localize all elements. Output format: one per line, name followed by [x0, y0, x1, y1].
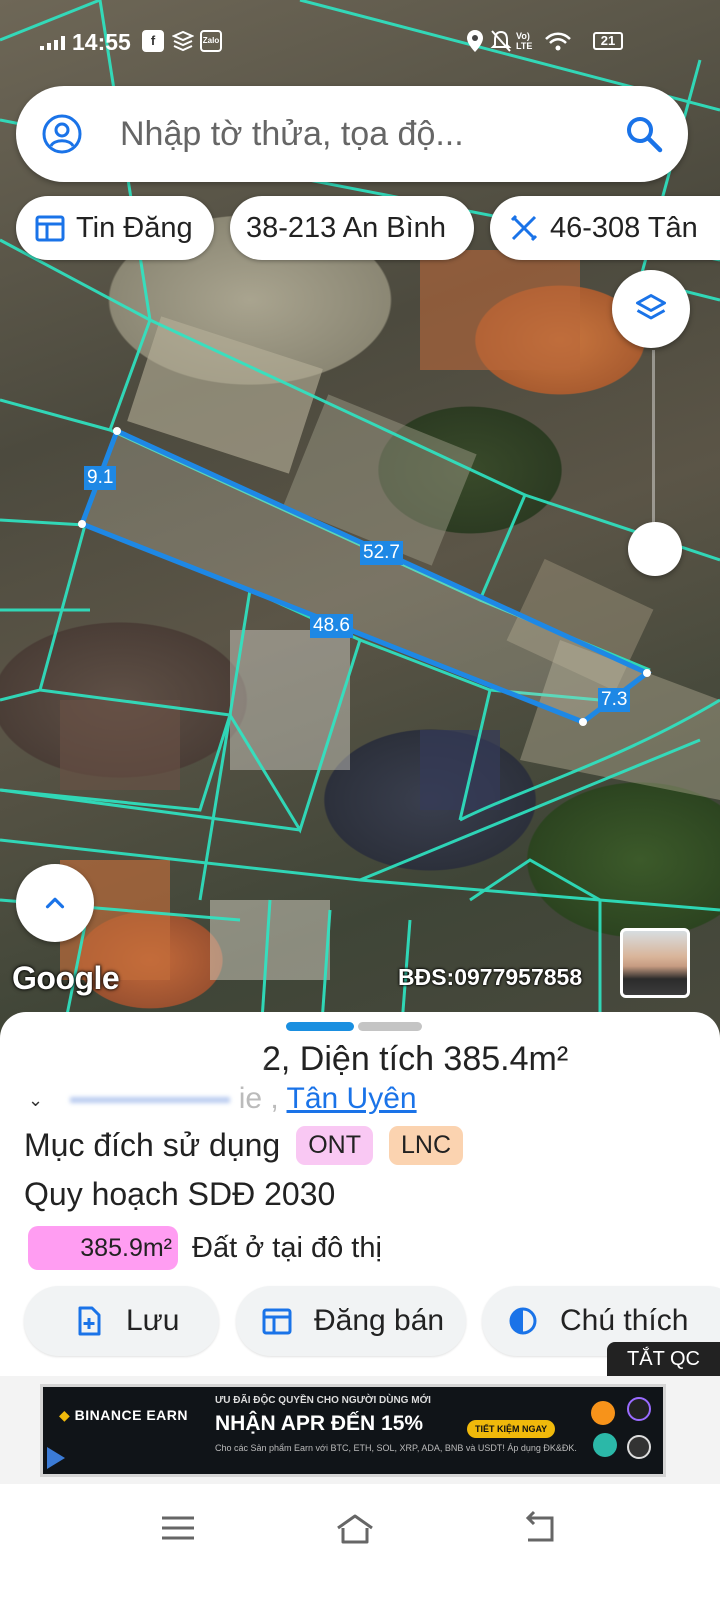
- chevron-down-icon[interactable]: ⌄: [28, 1090, 62, 1111]
- hide-ads-button[interactable]: TẮT QC: [607, 1342, 720, 1376]
- planning-row: Quy hoạch SDĐ 2030: [24, 1176, 335, 1213]
- ad-tagline: ƯU ĐÃI ĐỘC QUYỀN CHO NGƯỜI DÙNG MỚI: [215, 1395, 431, 1406]
- expand-up-button[interactable]: [16, 864, 94, 942]
- location-icon: [467, 30, 483, 52]
- ad-fine-print: [53, 1429, 198, 1453]
- search-bar[interactable]: [16, 86, 688, 182]
- district-link[interactable]: Tân Uyên: [287, 1082, 417, 1115]
- zalo-icon: Zalo: [200, 30, 222, 52]
- calendar-table-icon: [262, 1308, 292, 1335]
- sheet-handle-active[interactable]: [286, 1022, 354, 1031]
- chip-recent-parcel-1[interactable]: 38-213 An Bình: [230, 196, 474, 260]
- edge-label-north: 52.7: [360, 541, 403, 565]
- mute-bell-icon: [490, 30, 512, 52]
- planning-area-badge: 385.9m²: [28, 1226, 178, 1270]
- solana-coin-icon: [627, 1397, 651, 1421]
- ad-cta-button[interactable]: TIẾT KIỆM NGAY: [467, 1420, 556, 1438]
- half-circle-icon: [509, 1307, 537, 1335]
- chip-tin-dang[interactable]: Tin Đăng: [16, 196, 214, 260]
- binance-ad-banner[interactable]: ◆ BINANCE EARN ƯU ĐÃI ĐỘC QUYỀN CHO NGƯỜ…: [40, 1384, 666, 1477]
- status-bar: 14:55 f Zalo Vo) LTE 21: [0, 0, 720, 80]
- xrp-coin-icon: [627, 1435, 651, 1459]
- back-icon[interactable]: [520, 1510, 560, 1546]
- chevron-up-icon: [45, 897, 65, 909]
- chip-recent-parcel-1-label: 38-213 An Bình: [246, 211, 446, 244]
- redacted-parcel-id: [30, 1048, 262, 1076]
- usage-tag-lnc[interactable]: LNC: [389, 1126, 464, 1165]
- zoom-slider-track[interactable]: [652, 350, 655, 540]
- layers-button[interactable]: [612, 270, 690, 348]
- agent-contact-text: BĐS:0977957858: [398, 964, 583, 990]
- diamond-coin-icon: [593, 1433, 617, 1457]
- ad-headline: NHẬN APR ĐẾN 15%: [215, 1412, 424, 1435]
- usage-row: Mục đích sử dụng ONT LNC: [24, 1126, 464, 1165]
- usage-tag-ont[interactable]: ONT: [296, 1126, 373, 1165]
- system-nav-bar: [0, 1484, 720, 1600]
- chip-recent-parcel-2-label: 46-308 Tân: [550, 211, 698, 244]
- parcel-info-sheet[interactable]: 2, Diện tích 385.4m² ⌄ ie , Tân Uyên Mục…: [0, 1012, 720, 1387]
- redacted-address: [70, 1097, 231, 1104]
- status-time: 14:55: [72, 29, 131, 55]
- chip-tin-dang-label: Tin Đăng: [76, 211, 193, 244]
- parcel-address: ⌄ ie , Tân Uyên: [28, 1082, 417, 1116]
- battery-icon: 21: [593, 32, 623, 50]
- chip-recent-parcel-2[interactable]: 46-308 Tân: [490, 196, 720, 260]
- sheet-handle-inactive[interactable]: [358, 1022, 422, 1031]
- volte-icon: Vo) LTE: [516, 31, 533, 51]
- address-suffix: ie ,: [238, 1082, 279, 1115]
- search-icon[interactable]: [622, 112, 666, 156]
- planning-detail-row: 385.9m² Đất ở tại đô thị: [28, 1226, 382, 1270]
- ad-play-icon[interactable]: [47, 1447, 65, 1469]
- zoom-slider-handle[interactable]: [628, 522, 682, 576]
- usage-label: Mục đích sử dụng: [24, 1127, 281, 1163]
- layers-icon: [636, 294, 666, 320]
- bitcoin-coin-icon: [591, 1401, 615, 1425]
- calendar-table-icon: [35, 215, 65, 242]
- save-file-icon: [78, 1306, 101, 1336]
- post-sale-button-label: Đăng bán: [314, 1304, 445, 1337]
- parcel-title: 2, Diện tích 385.4m²: [262, 1040, 569, 1078]
- ad-brand: ◆ BINANCE EARN: [59, 1407, 189, 1423]
- home-icon[interactable]: [332, 1510, 378, 1546]
- search-input[interactable]: [120, 108, 600, 160]
- menu-icon[interactable]: [158, 1510, 198, 1546]
- ad-subtext: Cho các Sản phẩm Earn với BTC, ETH, SOL,…: [215, 1443, 577, 1453]
- wifi-icon: [545, 32, 571, 51]
- ruler-tools-icon: [510, 214, 538, 242]
- legend-button-label: Chú thích: [560, 1304, 689, 1337]
- planning-label: Quy hoạch SDĐ 2030: [24, 1176, 336, 1212]
- signal-icon: [40, 36, 65, 50]
- save-button-label: Lưu: [126, 1304, 180, 1337]
- google-watermark: Google: [12, 960, 120, 996]
- edge-label-east: 7.3: [598, 688, 631, 712]
- binance-logo-icon: ◆: [59, 1407, 71, 1423]
- account-icon[interactable]: [42, 114, 82, 154]
- agent-avatar[interactable]: [620, 928, 690, 998]
- save-button[interactable]: Lưu: [24, 1286, 219, 1356]
- stack-icon: [172, 30, 194, 52]
- planning-desc: Đất ở tại đô thị: [192, 1231, 382, 1264]
- edge-label-west: 9.1: [84, 466, 117, 490]
- post-sale-button[interactable]: Đăng bán: [236, 1286, 466, 1356]
- edge-label-south: 48.6: [310, 614, 353, 638]
- facebook-icon: f: [142, 30, 164, 52]
